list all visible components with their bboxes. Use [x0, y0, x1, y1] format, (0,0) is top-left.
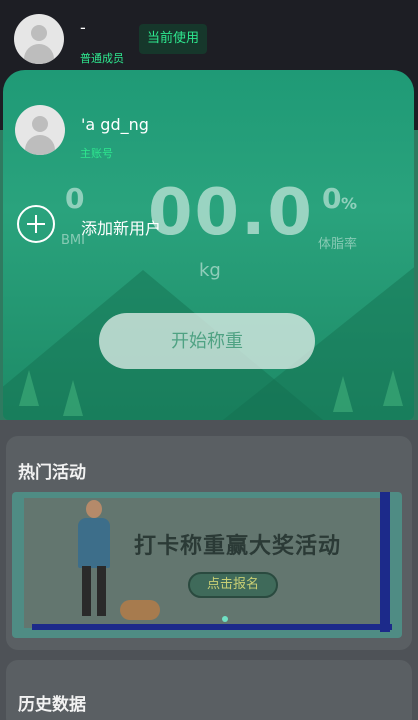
banner-edge-bottom — [32, 624, 392, 630]
weight-value: 00.0 — [148, 176, 314, 250]
person-illustration — [64, 498, 124, 622]
dog-illustration — [120, 600, 160, 620]
main-account-name: 'a gd_ng — [81, 115, 149, 134]
tree-decoration — [383, 370, 403, 406]
weight-unit: kg — [199, 260, 221, 281]
body-fat-value: 0 — [322, 182, 342, 215]
history-title: 历史数据 — [18, 695, 86, 715]
start-weighing-button[interactable]: 开始称重 — [99, 313, 315, 369]
banner-edge — [380, 492, 390, 632]
body-fat-label: 体脂率 — [318, 237, 358, 252]
current-in-use-badge: 当前使用 — [139, 24, 208, 54]
current-user-role: 普通成员 — [80, 52, 124, 65]
tree-decoration — [333, 376, 353, 412]
account-switch-panel: 0 BMI 00.0 kg 0 % 体脂率 开始称重 'a gd_ng 主账号 … — [3, 70, 414, 420]
tree-decoration — [19, 370, 39, 406]
body-fat-unit: % — [341, 194, 358, 213]
banner-title: 打卡称重赢大奖活动 — [134, 534, 342, 559]
carousel-indicator — [222, 616, 228, 622]
bmi-value: 0 — [65, 182, 85, 215]
current-user-row[interactable]: - 普通成员 当前使用 — [0, 0, 418, 70]
avatar-icon — [14, 14, 64, 64]
add-new-user-label[interactable]: 添加新用户 — [81, 215, 161, 239]
main-account-role: 主账号 — [80, 147, 113, 160]
avatar-icon — [15, 105, 65, 155]
plus-circle-icon[interactable] — [17, 205, 55, 243]
hot-activities-title: 热门活动 — [18, 463, 86, 483]
activity-banner[interactable]: 打卡称重赢大奖活动 点击报名 — [12, 492, 402, 638]
current-user-name: - — [80, 18, 86, 37]
signup-button[interactable]: 点击报名 — [188, 572, 278, 598]
tree-decoration — [63, 380, 83, 416]
